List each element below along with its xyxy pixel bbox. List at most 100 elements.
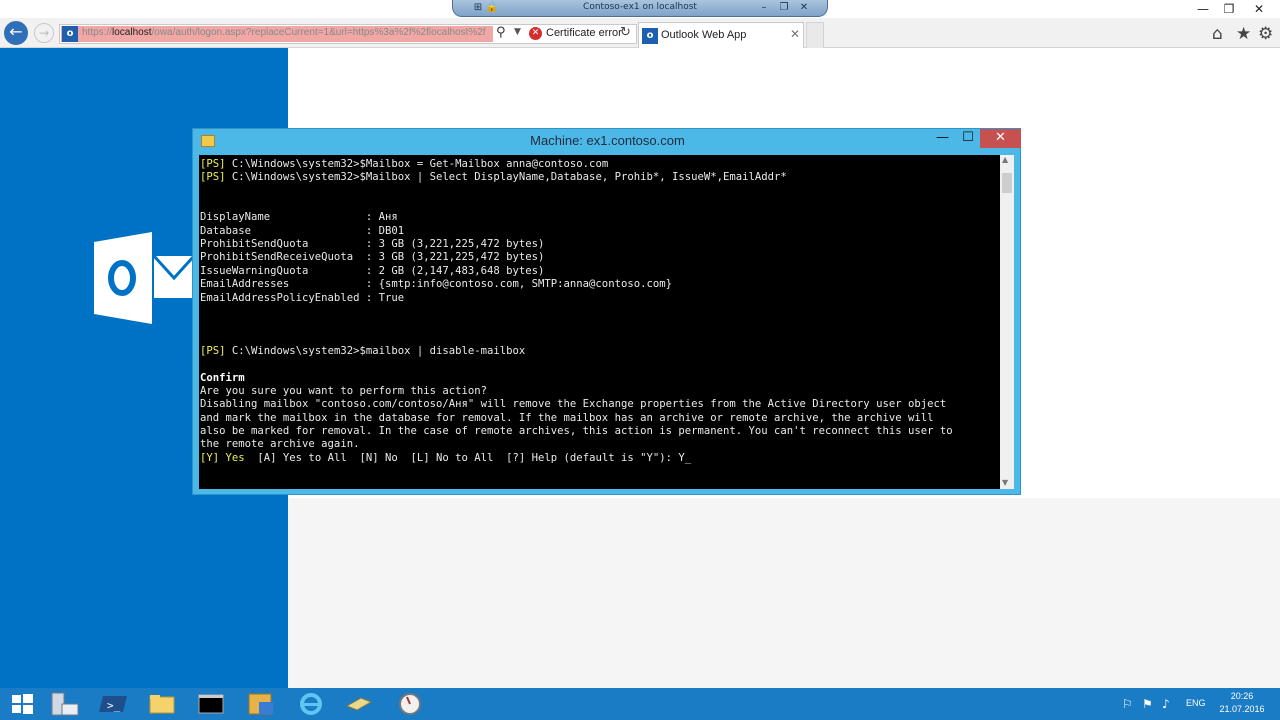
start-button[interactable]: [2, 690, 42, 718]
search-icon[interactable]: ⚲: [496, 25, 506, 40]
console-line: Are you sure you want to perform this ac…: [200, 385, 487, 398]
remote-shell-icon: [248, 693, 273, 715]
console-output[interactable]: [PS] C:\Windows\system32>$Mailbox = Get-…: [199, 155, 1000, 489]
powershell-window[interactable]: Machine: ex1.contoso.com — ☐ ✕ [PS] C:\W…: [192, 128, 1021, 495]
taskbar: >_ ⚐ ⚑ ♪ ENG 20:26 21.07.2016: [0, 688, 1280, 720]
tab-outlook-web-app[interactable]: o Outlook Web App ✕: [638, 22, 804, 48]
network-warning-icon[interactable]: ⚐: [1122, 697, 1133, 711]
console-line: DisplayName : Аня: [200, 211, 398, 224]
remote-powershell-button[interactable]: [241, 690, 281, 718]
console-maximize-button[interactable]: ☐: [956, 129, 980, 148]
outlook-favicon-icon: o: [642, 28, 658, 44]
console-prompt: [PS]: [200, 158, 226, 170]
console-line: the remote archive again.: [200, 438, 359, 451]
file-explorer-button[interactable]: [142, 690, 182, 718]
console-prompt: [PS]: [200, 171, 226, 184]
console-text: C:\Windows\system32>$mailbox | disable-m…: [225, 344, 526, 357]
arrow-left-icon: ←: [9, 22, 23, 41]
windows-logo-icon: [12, 694, 33, 714]
refresh-icon[interactable]: ↻: [620, 25, 631, 40]
console-text: EmailAddresses : {smtp:info@contoso.com,…: [200, 278, 672, 291]
console-text: Disabling mailbox "contoso.com/contoso/А…: [200, 398, 947, 411]
restore-button[interactable]: ❐: [1214, 0, 1244, 18]
app-button[interactable]: [390, 690, 430, 718]
outlook-favicon-icon: o: [62, 26, 78, 42]
settings-gear-icon[interactable]: ⚙: [1258, 24, 1273, 44]
console-line: Disabling mailbox "contoso.com/contoso/А…: [200, 398, 946, 411]
chevron-down-icon[interactable]: ▼: [514, 27, 521, 37]
powershell-taskbar-button[interactable]: >_: [94, 690, 134, 718]
arrow-right-icon: →: [38, 26, 50, 40]
console-line: Database : DB01: [200, 225, 404, 238]
rdp-restore-button[interactable]: ❐: [777, 1, 791, 14]
volume-icon[interactable]: ♪: [1162, 697, 1170, 711]
console-text: C:\Windows\system32>$Mailbox = Get-Mailb…: [225, 158, 609, 170]
console-text: also be marked for removal. In the case …: [200, 425, 953, 437]
console-line: EmailAddresses : {smtp:info@contoso.com,…: [200, 278, 672, 291]
command-prompt-button[interactable]: [191, 690, 231, 718]
console-line: also be marked for removal. In the case …: [200, 425, 953, 438]
certificate-error-icon[interactable]: ✕: [529, 27, 542, 40]
console-text: the remote archive again.: [200, 438, 360, 451]
powershell-icon: >_: [99, 696, 127, 712]
toolbox-icon: [345, 697, 373, 711]
console-line: EmailAddressPolicyEnabled : True: [200, 292, 404, 305]
language-indicator[interactable]: ENG: [1186, 698, 1206, 708]
internet-explorer-icon: [300, 693, 322, 715]
toolbox-button[interactable]: [339, 690, 379, 718]
server-manager-icon: [51, 692, 79, 716]
console-line: IssueWarningQuota : 2 GB (2,147,483,648 …: [200, 265, 544, 278]
rdp-minimize-button[interactable]: –: [757, 1, 771, 14]
console-line: Confirm: [200, 372, 245, 385]
new-tab-button[interactable]: [806, 22, 824, 48]
action-center-icon[interactable]: ⚑: [1142, 697, 1153, 711]
console-line: [PS] C:\Windows\system32>$mailbox | disa…: [200, 345, 525, 358]
back-button[interactable]: ←: [4, 21, 28, 45]
console-line: [Y] Yes [A] Yes to All [N] No [L] No to …: [200, 452, 691, 465]
outlook-logo-icon: [94, 232, 194, 324]
console-text: IssueWarningQuota : 2 GB (2,147,483,648 …: [200, 264, 545, 277]
scrollbar-thumb[interactable]: [1002, 173, 1012, 193]
scroll-up-icon[interactable]: ▲: [1002, 155, 1008, 164]
rdp-close-button[interactable]: ✕: [797, 1, 811, 14]
browser-toolbar: ← → o https://localhost/owa/auth/logon.a…: [0, 18, 1280, 48]
url-text[interactable]: https://localhost/owa/auth/logon.aspx?re…: [82, 27, 492, 38]
console-text: [A] Yes to All [N] No [L] No to All [?] …: [244, 451, 692, 464]
console-scrollbar[interactable]: ▲ ▼: [1000, 155, 1014, 489]
console-line: ProhibitSendQuota : 3 GB (3,221,225,472 …: [200, 238, 544, 251]
favorites-star-icon[interactable]: ★: [1236, 24, 1251, 44]
internet-explorer-button[interactable]: [291, 690, 331, 718]
console-text: Confirm: [200, 371, 245, 384]
console-line: ProhibitSendReceiveQuota : 3 GB (3,221,2…: [200, 251, 544, 264]
server-manager-button[interactable]: [44, 690, 84, 718]
home-icon[interactable]: ⌂: [1212, 24, 1223, 44]
certificate-error-label[interactable]: Certificate error: [546, 27, 622, 39]
console-text: and mark the mailbox in the database for…: [200, 411, 934, 424]
console-close-button[interactable]: ✕: [980, 129, 1021, 148]
console-minimize-button[interactable]: —: [929, 129, 956, 148]
clock-date[interactable]: 21.07.2016: [1216, 704, 1268, 714]
console-text: C:\Windows\system32>$Mailbox | Select Di…: [225, 171, 787, 184]
console-prompt: [PS]: [200, 344, 226, 357]
clock-time[interactable]: 20:26: [1222, 691, 1262, 701]
console-text: ProhibitSendReceiveQuota : 3 GB (3,221,2…: [200, 251, 545, 264]
window-title: Machine: ex1.contoso.com: [530, 133, 685, 148]
address-bar[interactable]: o https://localhost/owa/auth/logon.aspx?…: [59, 24, 637, 44]
tab-close-icon[interactable]: ✕: [790, 27, 800, 41]
folder-icon: [149, 695, 175, 714]
close-button[interactable]: ✕: [1244, 0, 1274, 18]
console-text: ProhibitSendQuota : 3 GB (3,221,225,472 …: [200, 238, 545, 251]
forward-button[interactable]: →: [34, 23, 54, 43]
console-text: DisplayName : Аня: [200, 211, 398, 224]
rdp-connection-bar: ⊞ 🔒 Contoso-ex1 on localhost – ❐ ✕: [452, 0, 828, 17]
console-icon: [198, 694, 224, 714]
scroll-down-icon[interactable]: ▼: [1002, 478, 1008, 487]
console-line: [PS] C:\Windows\system32>$Mailbox | Sele…: [200, 171, 787, 184]
clock-app-icon: [399, 693, 421, 715]
console-line: and mark the mailbox in the database for…: [200, 412, 933, 425]
console-prompt: [Y] Yes: [200, 451, 245, 464]
console-text: Database : DB01: [200, 224, 405, 237]
tab-title: Outlook Web App: [661, 29, 747, 41]
svg-text:>_: >_: [107, 699, 121, 712]
console-text: Are you sure you want to perform this ac…: [200, 384, 488, 397]
